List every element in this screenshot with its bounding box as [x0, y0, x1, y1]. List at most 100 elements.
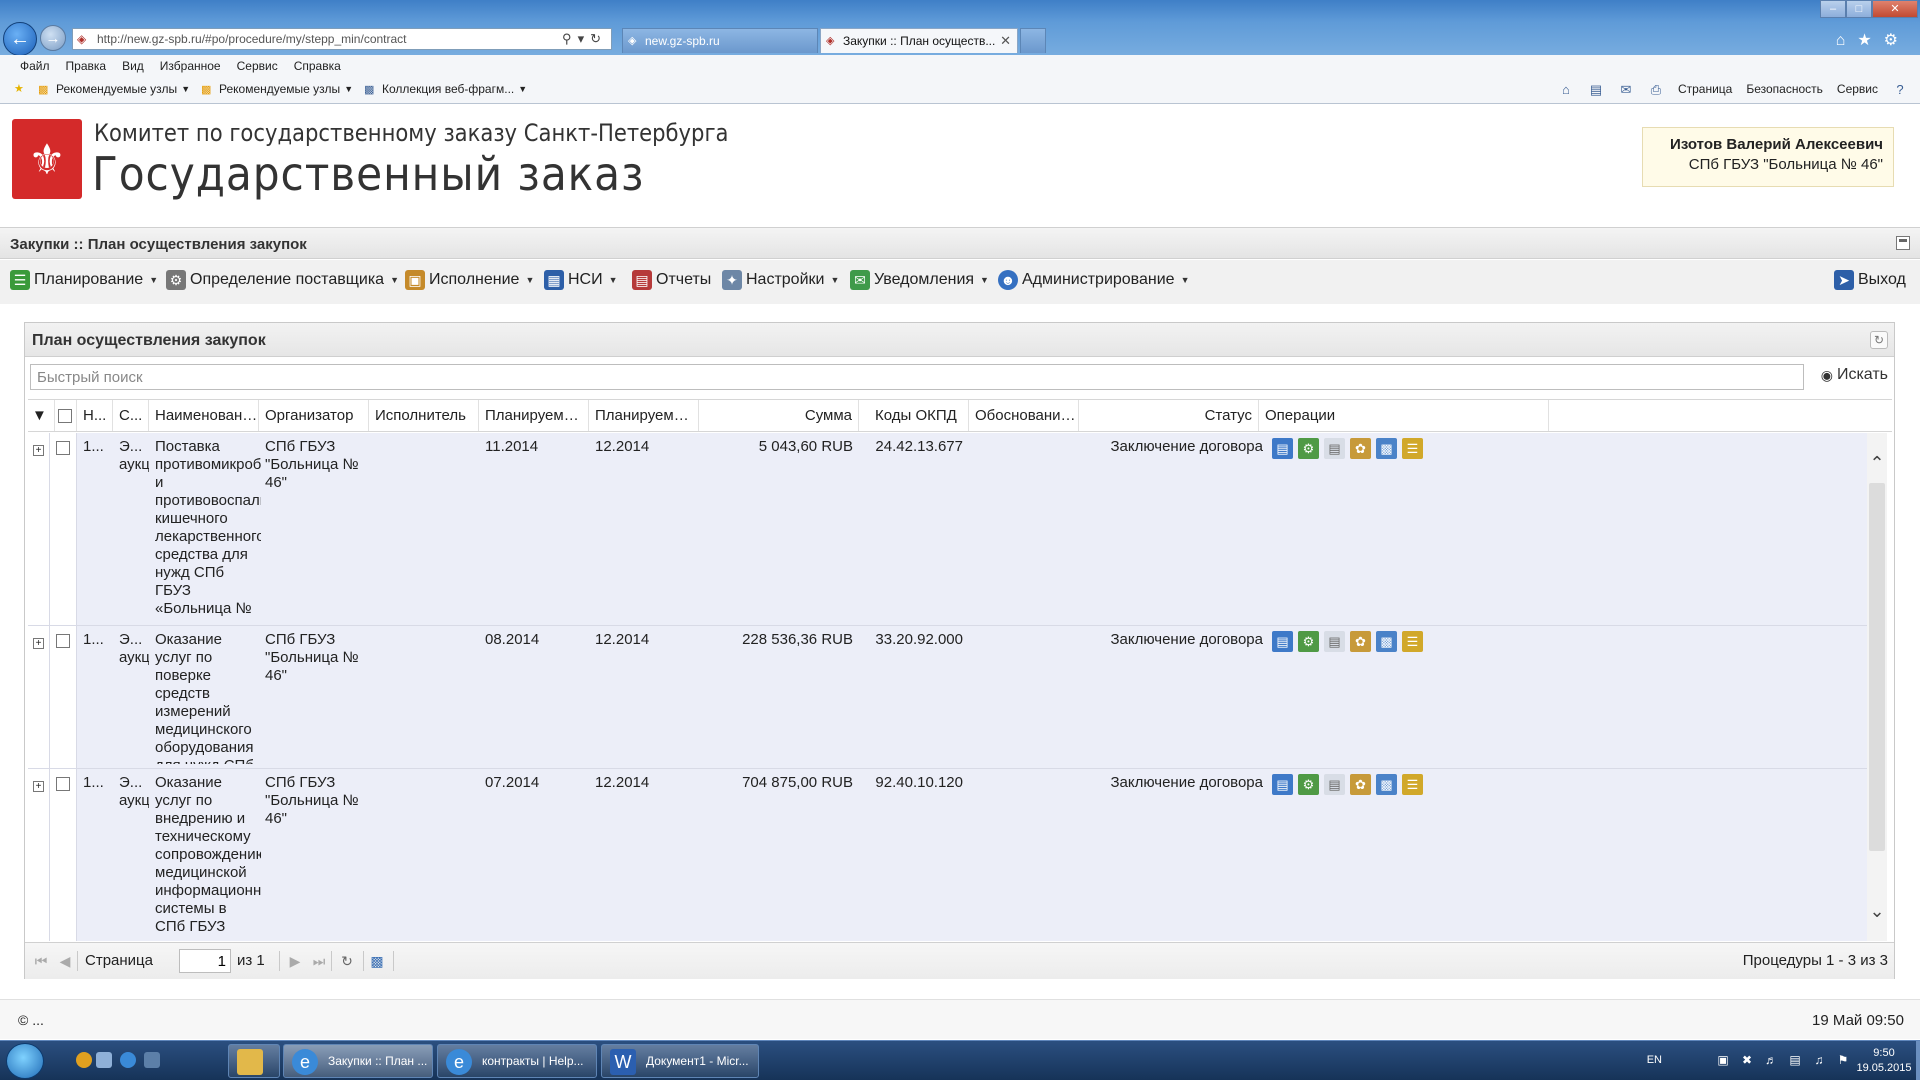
emblem-icon[interactable]: ✿ [1350, 774, 1371, 795]
disk-icon[interactable]: ▩ [1376, 438, 1397, 459]
chart-icon[interactable]: ▤ [1272, 631, 1293, 652]
mail-icon[interactable]: ✉ [1618, 82, 1634, 97]
explorer-icon[interactable] [96, 1052, 112, 1068]
filter-icon[interactable]: ▼ [28, 400, 55, 431]
column-organizer[interactable]: Организатор [259, 400, 369, 431]
column-sum[interactable]: Сумма [699, 400, 859, 431]
new-tab-button[interactable] [1020, 28, 1046, 53]
table-row[interactable]: + 1... Э...аукци Поставка противомикробн… [28, 433, 1868, 626]
print-icon[interactable]: ⎙ [1648, 82, 1664, 97]
emblem-icon[interactable]: ✿ [1350, 438, 1371, 459]
vertical-scrollbar[interactable]: ⌃ ⌄ [1867, 433, 1887, 941]
menu-notifications[interactable]: ✉ Уведомления ▼ [850, 270, 989, 290]
disk-icon[interactable]: ▩ [1376, 631, 1397, 652]
row-checkbox[interactable] [50, 626, 77, 768]
close-window-icon[interactable]: ✕ [1872, 0, 1918, 18]
language-indicator[interactable]: EN [1647, 1054, 1662, 1066]
back-button[interactable]: ← [3, 22, 37, 56]
settings-icon[interactable]: ⚙ [1298, 774, 1319, 795]
row-expander[interactable]: + [28, 626, 50, 768]
document-icon[interactable]: ▤ [1324, 438, 1345, 459]
task-ie-procurement[interactable]: e Закупки :: План ... [283, 1044, 433, 1078]
search-button[interactable]: ◉ Искать [1821, 366, 1888, 384]
minimize-icon[interactable]: – [1820, 0, 1846, 18]
collapse-button[interactable] [1896, 236, 1910, 250]
column-planned-end[interactable]: Планируемый... [589, 400, 699, 431]
refresh-icon[interactable]: ↻ [339, 953, 355, 969]
maximize-icon[interactable]: □ [1846, 0, 1872, 18]
start-button[interactable] [6, 1043, 44, 1079]
forward-button[interactable]: → [40, 25, 66, 51]
scrollbar-thumb[interactable] [1869, 483, 1885, 851]
command-tools[interactable]: Сервис [1837, 82, 1878, 96]
column-name[interactable]: Наименовани... [149, 400, 259, 431]
home-icon[interactable]: ⌂ [1836, 32, 1858, 49]
save-icon[interactable]: ▩ [369, 953, 385, 969]
command-page[interactable]: Страница [1678, 82, 1732, 96]
home-icon[interactable]: ⌂ [1558, 82, 1574, 97]
document-icon[interactable]: ▤ [1324, 774, 1345, 795]
monitor-icon[interactable]: ▤ [1788, 1053, 1802, 1067]
task-word[interactable]: W Документ1 - Micr... [601, 1044, 759, 1078]
document-icon[interactable]: ▤ [1324, 631, 1345, 652]
favorite-link-1[interactable]: ▩ Рекомендуемые узлы ▼ [38, 82, 190, 96]
chart-icon[interactable]: ▤ [1272, 438, 1293, 459]
quick-search-input[interactable] [30, 364, 1804, 390]
address-bar[interactable]: ◈ http://new.gz-spb.ru/#po/procedure/my/… [72, 28, 612, 50]
folder-task[interactable] [228, 1044, 280, 1078]
chrome-icon[interactable] [76, 1052, 92, 1068]
column-basis[interactable]: Обоснование... [969, 400, 1079, 431]
first-page-icon[interactable]: ⏮ [33, 953, 49, 969]
tools-gear-icon[interactable]: ⚙ [1884, 32, 1910, 49]
settings-icon[interactable]: ⚙ [1298, 438, 1319, 459]
network-icon[interactable]: ▣ [1716, 1053, 1730, 1067]
browser-tab-active[interactable]: ◈ Закупки :: План осуществ... ✕ [820, 28, 1018, 53]
task-ie-help[interactable]: e контракты | Help... [437, 1044, 597, 1078]
last-page-icon[interactable]: ⏭ [311, 953, 327, 969]
column-number[interactable]: Н... [77, 400, 113, 431]
desktop-icon[interactable] [144, 1052, 160, 1068]
row-checkbox[interactable] [50, 769, 77, 941]
menu-planning[interactable]: ☰ Планирование ▼ [10, 270, 158, 290]
refresh-icon[interactable]: ↻ [1870, 331, 1888, 349]
scroll-icon[interactable]: ☰ [1402, 438, 1423, 459]
ie-icon[interactable] [120, 1052, 136, 1068]
select-all-checkbox[interactable] [55, 400, 77, 431]
scroll-icon[interactable]: ☰ [1402, 774, 1423, 795]
menu-reports[interactable]: ▤ Отчеты [632, 270, 711, 290]
emblem-icon[interactable]: ✿ [1350, 631, 1371, 652]
row-expander[interactable]: + [28, 769, 50, 941]
prev-page-icon[interactable]: ◀ [57, 953, 73, 969]
column-planned-start[interactable]: Планируемый... [479, 400, 589, 431]
security-icon[interactable]: ✖ [1740, 1053, 1754, 1067]
chart-icon[interactable]: ▤ [1272, 774, 1293, 795]
row-checkbox[interactable] [50, 433, 77, 625]
scroll-down-icon[interactable]: ⌄ [1867, 901, 1887, 921]
address-controls[interactable]: ⚲▾↻ [562, 31, 607, 47]
column-executor[interactable]: Исполнитель [369, 400, 479, 431]
page-number-input[interactable] [179, 949, 231, 973]
logout-button[interactable]: ➤ Выход [1834, 270, 1906, 290]
column-status[interactable]: Статус [1079, 400, 1259, 431]
command-security[interactable]: Безопасность [1746, 82, 1823, 96]
favorite-link-3[interactable]: ▩ Коллекция веб-фрагм... ▼ [364, 82, 527, 96]
favorite-link-2[interactable]: ▩ Рекомендуемые узлы ▼ [201, 82, 353, 96]
help-icon[interactable]: ? [1892, 82, 1908, 97]
menu-settings[interactable]: ✦ Настройки ▼ [722, 270, 839, 290]
menu-execution[interactable]: ▣ Исполнение ▼ [405, 270, 534, 290]
menu-edit[interactable]: Правка [66, 59, 107, 73]
scroll-icon[interactable]: ☰ [1402, 631, 1423, 652]
table-row[interactable]: + 1... Э...аукци Оказание услуг по повер… [28, 626, 1868, 769]
settings-icon[interactable]: ⚙ [1298, 631, 1319, 652]
scroll-up-icon[interactable]: ⌃ [1867, 453, 1887, 473]
menu-nsi[interactable]: ▦ НСИ ▼ [544, 270, 618, 290]
menu-favorites[interactable]: Избранное [160, 59, 221, 73]
clock[interactable]: 9:50 19.05.2015 [1856, 1046, 1912, 1076]
close-tab-icon[interactable]: ✕ [1000, 33, 1011, 49]
menu-help[interactable]: Справка [294, 59, 341, 73]
menu-file[interactable]: Файл [20, 59, 50, 73]
menu-tools[interactable]: Сервис [237, 59, 278, 73]
favorites-star-icon[interactable]: ★ [1857, 32, 1883, 49]
volume-icon[interactable]: ♬ [1764, 1053, 1778, 1067]
column-method[interactable]: С... [113, 400, 149, 431]
